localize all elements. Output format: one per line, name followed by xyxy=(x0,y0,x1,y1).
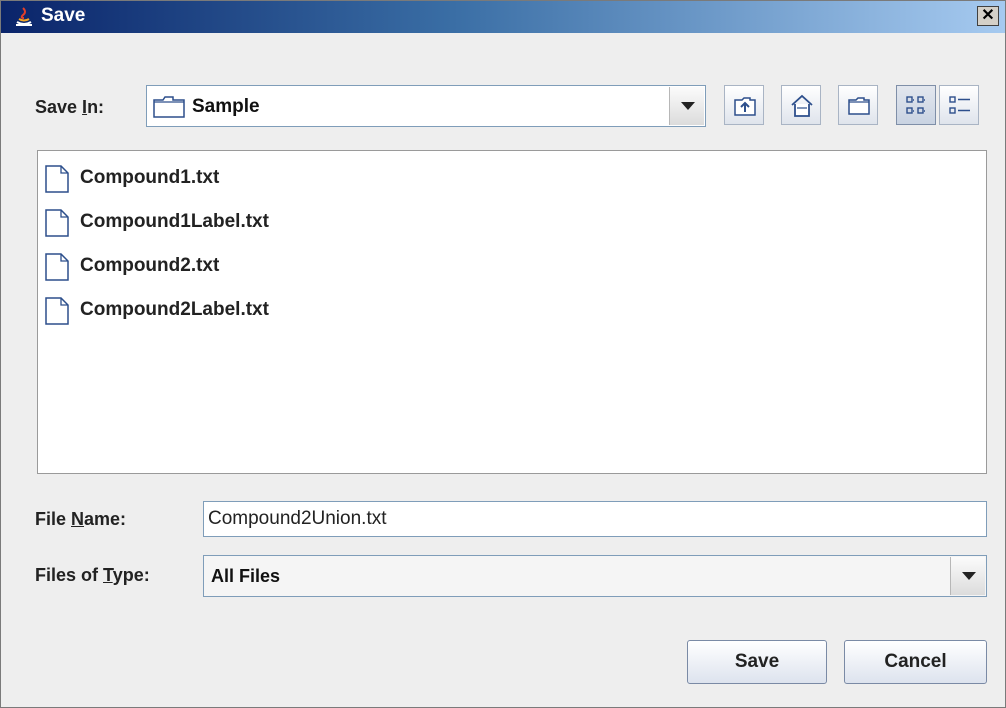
window-title: Save xyxy=(41,5,86,26)
details-view-button[interactable] xyxy=(939,85,979,125)
file-name-input[interactable] xyxy=(206,504,980,534)
file-name: Compound2.txt xyxy=(80,255,220,276)
details-view-icon xyxy=(949,96,970,114)
file-type-dropdown[interactable]: All Files xyxy=(203,555,987,597)
file-icon xyxy=(45,165,69,193)
java-icon xyxy=(16,7,32,26)
file-name: Compound1.txt xyxy=(80,167,220,188)
file-icon xyxy=(45,209,69,237)
file-name: Compound1Label.txt xyxy=(80,211,269,232)
home-icon xyxy=(791,94,813,117)
list-view-button[interactable] xyxy=(896,85,936,125)
save-in-value: Sample xyxy=(192,96,260,117)
file-list[interactable]: Compound1.txt Compound1Label.txt Compoun… xyxy=(37,150,987,474)
up-one-level-button[interactable] xyxy=(724,85,764,125)
save-in-dropdown[interactable]: Sample xyxy=(146,85,706,127)
save-dialog: Save ✕ Save In: Sample Compound1.txt Com… xyxy=(0,0,1006,708)
new-folder-icon xyxy=(848,97,870,115)
list-view-icon xyxy=(906,96,926,114)
folder-icon xyxy=(153,96,185,118)
file-type-dropdown-arrow[interactable] xyxy=(950,557,985,595)
file-icon xyxy=(45,297,69,325)
cancel-button[interactable]: Cancel xyxy=(844,640,987,684)
save-in-dropdown-arrow[interactable] xyxy=(669,87,704,125)
up-folder-icon xyxy=(734,97,756,116)
home-button[interactable] xyxy=(781,85,821,125)
file-name: Compound2Label.txt xyxy=(80,299,269,320)
save-in-label: Save In: xyxy=(35,97,105,117)
close-button[interactable]: ✕ xyxy=(977,6,999,26)
close-icon: ✕ xyxy=(981,7,995,24)
title-bar[interactable]: Save ✕ xyxy=(1,1,1005,33)
new-folder-button[interactable] xyxy=(838,85,878,125)
file-icon xyxy=(45,253,69,281)
file-name-field[interactable] xyxy=(203,501,987,537)
save-button[interactable]: Save xyxy=(687,640,827,684)
file-name-label: File Name: xyxy=(35,509,127,529)
file-type-label: Files of Type: xyxy=(35,565,150,585)
file-type-value: All Files xyxy=(211,566,281,586)
